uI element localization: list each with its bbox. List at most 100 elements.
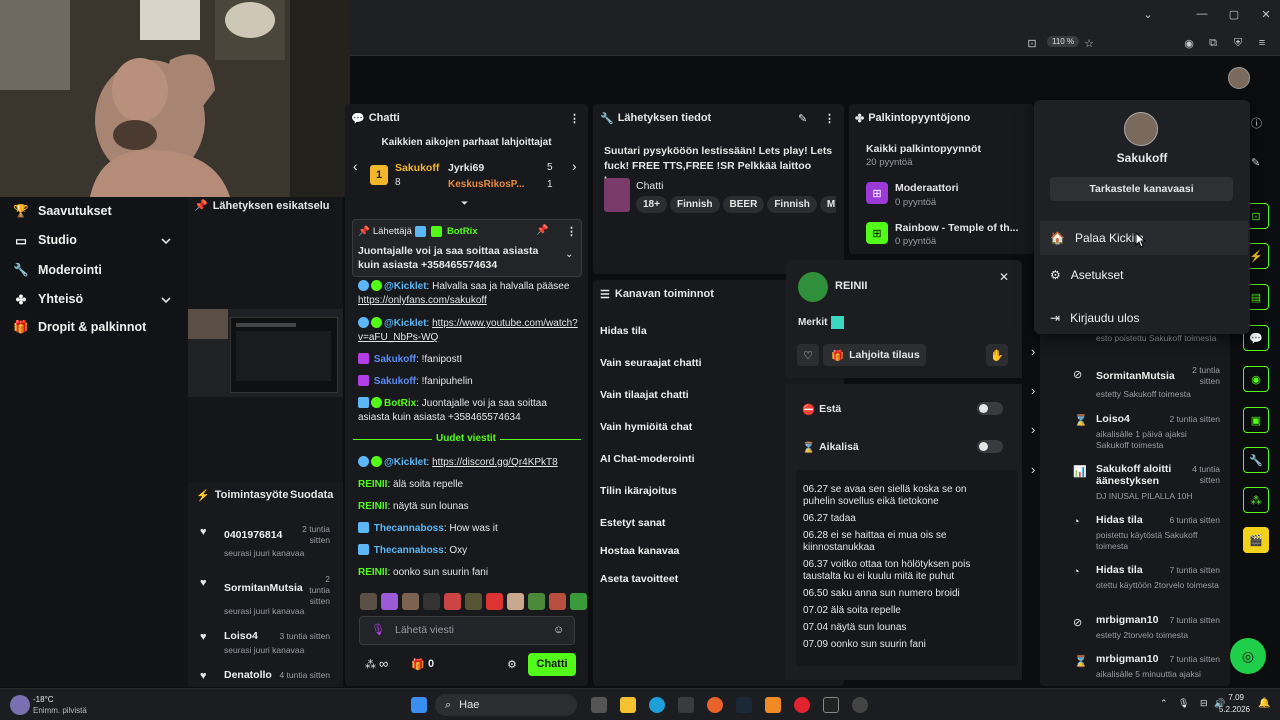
chat-username[interactable]: BotRix xyxy=(384,398,416,409)
chat-username[interactable]: @Kicklet xyxy=(384,318,427,329)
feed-user[interactable]: Loiso4 xyxy=(224,630,258,642)
chat-username[interactable]: @Kicklet xyxy=(384,281,427,292)
sidebar-item-community[interactable]: ✤ Yhteisö xyxy=(14,292,83,307)
more-options-icon[interactable]: ⋮ xyxy=(824,112,835,125)
mod-action-button[interactable]: ✋ xyxy=(986,344,1008,366)
obs-icon[interactable] xyxy=(852,697,868,713)
notification-icon[interactable]: 🔔 xyxy=(1258,698,1270,709)
maximize-icon[interactable]: ▢ xyxy=(1224,4,1244,24)
taskbar-search[interactable]: ⌕ Hae xyxy=(435,694,577,716)
chat-username[interactable]: REINII xyxy=(358,479,387,490)
action-followers-only[interactable]: Vain seuraajat chatti xyxy=(600,357,702,369)
store-icon[interactable] xyxy=(678,697,694,713)
close-icon[interactable]: ✕ xyxy=(1256,4,1276,24)
more-options-icon[interactable]: ⋮ xyxy=(569,112,580,125)
emote-icon[interactable] xyxy=(402,593,419,610)
emote-icon[interactable] xyxy=(444,593,461,610)
menu-icon[interactable]: ≡ xyxy=(1252,33,1272,53)
timeout-toggle[interactable] xyxy=(977,440,1003,453)
gift-subscription-button[interactable]: 🎁 Lahjoita tilaus xyxy=(823,344,926,366)
follow-heart-button[interactable]: ♡ xyxy=(797,344,819,366)
feed-user[interactable]: Denatollo xyxy=(224,669,272,681)
chat-input[interactable] xyxy=(359,616,575,645)
modlog-name[interactable]: mrbigman10 xyxy=(1096,614,1158,626)
tag[interactable]: Finnish xyxy=(669,196,720,213)
mic-icon[interactable]: 🎙 xyxy=(371,623,385,636)
windows-start-icon[interactable] xyxy=(411,697,427,713)
user-card-username[interactable]: REINII xyxy=(835,280,867,292)
screenshot-icon[interactable]: ⊡ xyxy=(1022,33,1042,53)
modlog-name[interactable]: mrbigman10 xyxy=(1096,653,1158,665)
chevron-down-icon[interactable] xyxy=(160,294,172,306)
chevron-up-icon[interactable]: ⌃ xyxy=(1160,698,1168,709)
chat-username[interactable]: Sakukoff xyxy=(374,354,416,365)
edge-icon[interactable] xyxy=(649,697,665,713)
vlc-icon[interactable] xyxy=(765,697,781,713)
modlog-name[interactable]: Hidas tila xyxy=(1096,514,1143,526)
action-banned-words[interactable]: Estetyt sanat xyxy=(600,517,665,529)
tag[interactable]: BEER xyxy=(722,196,765,213)
emote-icon[interactable] xyxy=(465,593,482,610)
gifter-name[interactable]: Sakukoff xyxy=(395,162,439,174)
edit-pencil-icon[interactable]: ✎ xyxy=(1251,156,1260,169)
terminal-icon[interactable] xyxy=(823,697,839,713)
chat-link[interactable]: https://discord.gg/Qr4KPkT8 xyxy=(432,457,558,468)
tool-button[interactable]: ▣ xyxy=(1243,407,1269,433)
network-icon[interactable]: ⊟ xyxy=(1200,698,1208,709)
points-icon[interactable]: ⁂ xyxy=(365,658,376,671)
task-view-icon[interactable] xyxy=(591,697,607,713)
chat-username[interactable]: @Kicklet xyxy=(384,457,427,468)
category-name[interactable]: Chatti xyxy=(636,180,663,192)
filter-button[interactable]: Suodata xyxy=(290,489,333,501)
minimize-icon[interactable]: — xyxy=(1192,4,1212,24)
modlog-name[interactable]: Hidas tila xyxy=(1096,564,1143,576)
gifter-name[interactable]: Jyrki69 xyxy=(448,162,484,174)
sidebar-item-studio[interactable]: ▭ Studio xyxy=(14,233,77,248)
file-explorer-icon[interactable] xyxy=(620,697,636,713)
action-emote-only[interactable]: Vain hymiöitä chat xyxy=(600,421,692,433)
close-icon[interactable]: ✕ xyxy=(999,270,1009,284)
tool-button[interactable]: 🎬 xyxy=(1243,527,1269,553)
chat-username[interactable]: Thecannaboss xyxy=(374,545,444,556)
emote-icon[interactable] xyxy=(381,593,398,610)
chevron-down-icon[interactable]: ⌄ xyxy=(565,249,573,260)
action-slow-mode[interactable]: Hidas tila xyxy=(600,325,647,337)
modlog-name[interactable]: Sakukoff aloitti äänestyksen xyxy=(1096,463,1184,487)
action-host-channel[interactable]: Hostaa kanavaa xyxy=(600,545,679,557)
emote-icon[interactable] xyxy=(528,593,545,610)
clock-date[interactable]: 5.2.2026 xyxy=(1214,705,1250,714)
gifter-name[interactable]: KeskusRikosP... xyxy=(448,179,525,190)
reward-name[interactable]: Rainbow - Temple of th... xyxy=(895,222,1018,234)
feed-user[interactable]: SormitanMutsia xyxy=(224,582,303,594)
user-avatar[interactable] xyxy=(798,272,828,302)
emote-icon[interactable] xyxy=(360,593,377,610)
chevron-down-icon[interactable] xyxy=(160,235,172,247)
action-age-restriction[interactable]: Tilin ikärajoitus xyxy=(600,485,677,497)
opera-icon[interactable] xyxy=(794,697,810,713)
chevron-right-icon[interactable]: › xyxy=(1031,422,1035,437)
emote-icon[interactable] xyxy=(507,593,524,610)
modlog-name[interactable]: SormitanMutsia xyxy=(1096,370,1175,382)
chat-username[interactable]: REINII xyxy=(358,567,387,578)
info-icon[interactable]: ⓘ xyxy=(1251,115,1262,131)
chevron-down-icon[interactable]: ⌄ xyxy=(1138,4,1158,24)
menu-item-logout[interactable]: ⇥ Kirjaudu ulos xyxy=(1040,301,1248,335)
account-icon[interactable]: ◉ xyxy=(1179,33,1199,53)
chat-send-button[interactable]: Chatti xyxy=(528,653,576,676)
chat-username[interactable]: Thecannaboss xyxy=(374,523,444,534)
tag[interactable]: Finnish xyxy=(767,196,817,213)
clock-time[interactable]: 7.09 xyxy=(1222,693,1244,702)
gift-icon[interactable]: 🎁 xyxy=(411,658,425,671)
bookmark-star-icon[interactable]: ☆ xyxy=(1079,33,1099,53)
chat-username[interactable]: Sakukoff xyxy=(374,376,416,387)
tag[interactable]: M xyxy=(819,196,836,213)
settings-gear-icon[interactable]: ⚙ xyxy=(507,658,517,671)
avatar[interactable] xyxy=(1228,67,1250,89)
sidebar-item-achievements[interactable]: 🏆 Saavutukset xyxy=(13,204,111,219)
firefox-icon[interactable] xyxy=(707,697,723,713)
emote-icon[interactable] xyxy=(486,593,503,610)
modlog-name[interactable]: Loiso4 xyxy=(1096,413,1130,425)
pinned-user[interactable]: BotRix xyxy=(447,226,478,237)
menu-item-settings[interactable]: ⚙ Asetukset xyxy=(1040,258,1248,292)
reward-name[interactable]: Moderaattori xyxy=(895,182,959,194)
